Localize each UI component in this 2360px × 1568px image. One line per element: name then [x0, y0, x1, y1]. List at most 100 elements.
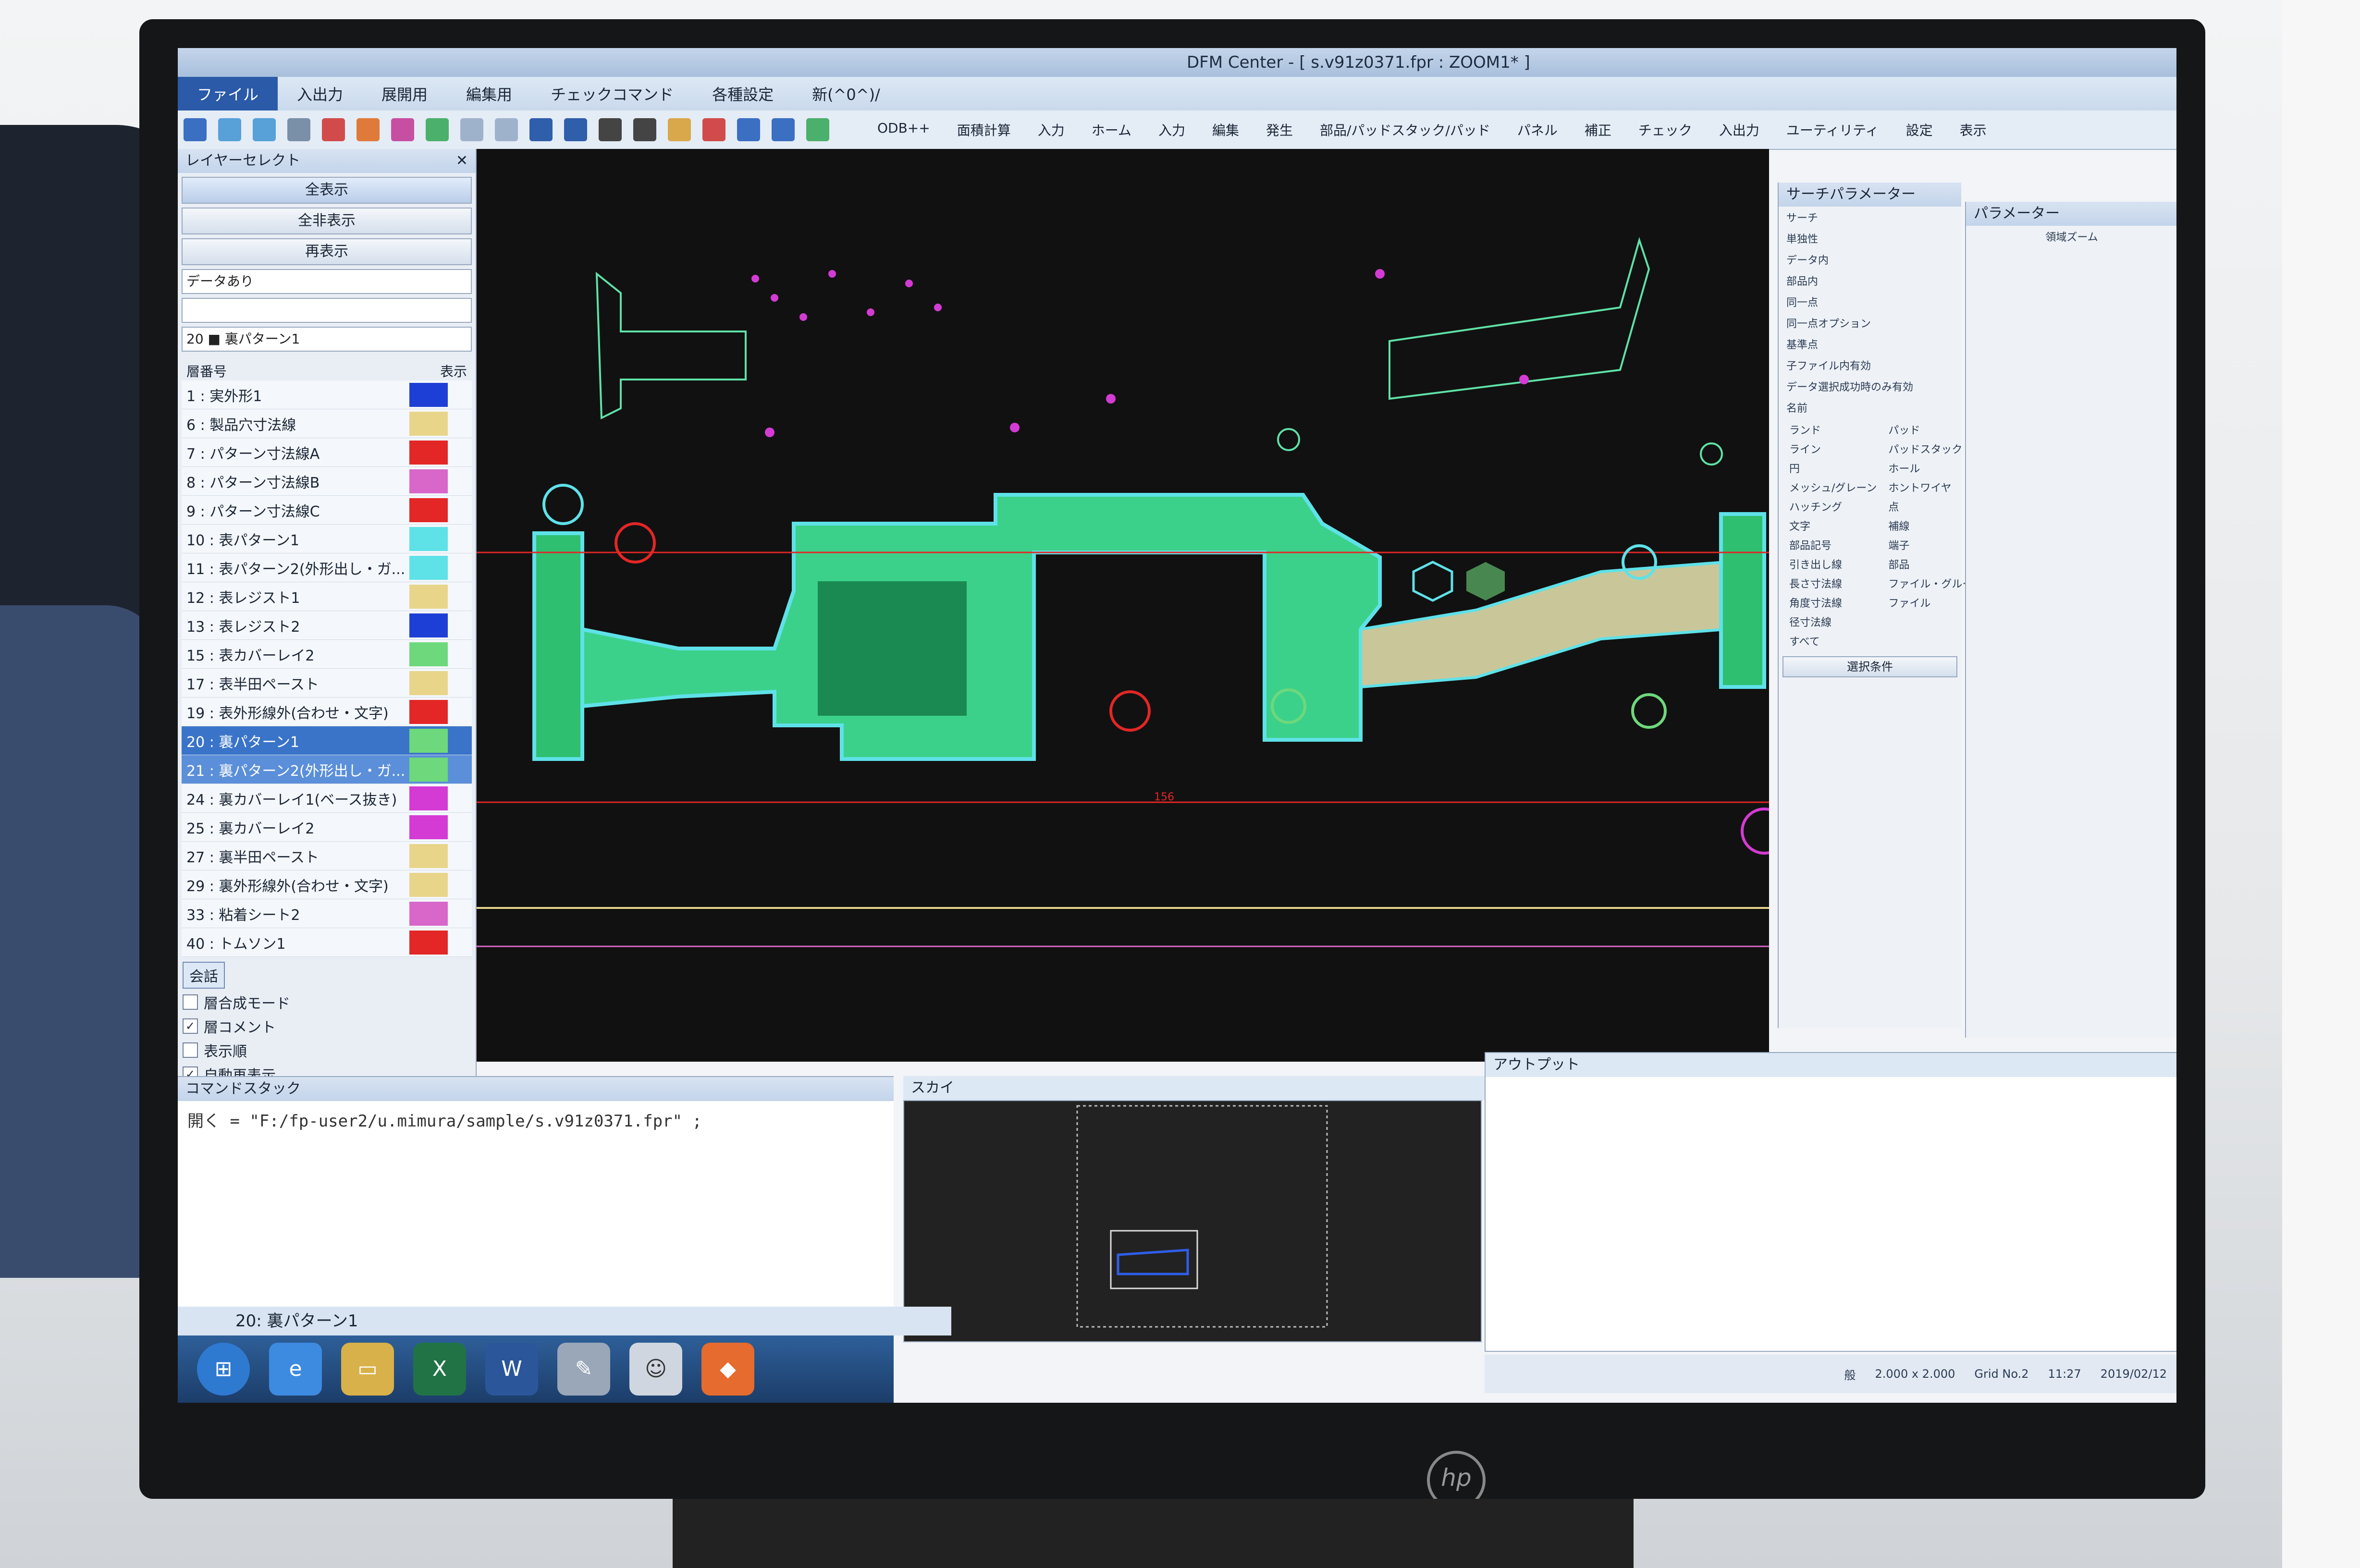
- empty-select[interactable]: [182, 298, 472, 323]
- hide-all-button[interactable]: 全非表示: [182, 208, 472, 234]
- select-condition-button[interactable]: 選択条件: [1782, 656, 1957, 677]
- search-option[interactable]: データ内: [1779, 249, 1961, 270]
- layer-color-swatch[interactable]: [409, 815, 448, 839]
- word-icon[interactable]: W: [485, 1343, 538, 1396]
- ribbon-tab[interactable]: 部品/パッドスタック/パッド: [1306, 120, 1504, 139]
- layer-row[interactable]: 29 : 裏外形線外(合わせ・文字): [182, 870, 472, 899]
- search-option[interactable]: 部品内: [1779, 270, 1961, 291]
- layer-color-swatch[interactable]: [409, 498, 448, 522]
- menu-item[interactable]: 編集用: [447, 83, 531, 105]
- search-option[interactable]: データ選択成功時のみ有効: [1779, 376, 1961, 397]
- grid-name[interactable]: Grid No.2: [1965, 1367, 2038, 1381]
- ime-indicator[interactable]: 般: [1835, 1366, 1866, 1383]
- layer-row[interactable]: 40 : トムソン1: [182, 928, 472, 957]
- layer-color-swatch[interactable]: [409, 613, 448, 637]
- ribbon-tab[interactable]: 入力: [1145, 120, 1199, 139]
- select-icon[interactable]: [529, 118, 553, 141]
- search-option[interactable]: 基準点: [1779, 333, 1961, 355]
- name-checkbox[interactable]: 引き出し線: [1786, 554, 1880, 574]
- ribbon-tab[interactable]: チェック: [1625, 120, 1706, 139]
- folder-icon[interactable]: ▭: [341, 1343, 394, 1396]
- name-checkbox[interactable]: 部品記号: [1786, 535, 1880, 554]
- menu-item[interactable]: チェックコマンド: [531, 83, 693, 105]
- search-option[interactable]: 子ファイル内有効: [1779, 355, 1961, 376]
- checkbox-icon[interactable]: ✓: [183, 1018, 198, 1034]
- layer-color-swatch[interactable]: [409, 671, 448, 695]
- layer-row[interactable]: 11 : 表パターン2(外形出し・ガ...: [182, 553, 472, 582]
- save-icon[interactable]: [184, 118, 207, 141]
- ribbon-tab[interactable]: 補正: [1571, 120, 1625, 139]
- layer-row[interactable]: 25 : 裏カバーレイ2: [182, 813, 472, 842]
- option-checkbox[interactable]: ✓ 層コメント: [183, 1016, 471, 1037]
- measure-icon[interactable]: [737, 118, 760, 141]
- start-icon[interactable]: ⊞: [197, 1343, 250, 1396]
- ribbon-tab[interactable]: ODB++: [864, 120, 944, 139]
- layer-color-swatch[interactable]: [409, 382, 448, 407]
- paste-icon[interactable]: [391, 118, 414, 141]
- ribbon-tab[interactable]: ユーティリティ: [1773, 120, 1893, 139]
- layer-row[interactable]: 19 : 表外形線外(合わせ・文字): [182, 698, 472, 726]
- menu-item[interactable]: 展開用: [362, 83, 447, 105]
- drc-icon[interactable]: [772, 118, 795, 141]
- ribbon-tab[interactable]: 入力: [1024, 120, 1078, 139]
- option-checkbox[interactable]: 層合成モード: [183, 992, 471, 1013]
- layer-row[interactable]: 17 : 表半田ペースト: [182, 669, 472, 698]
- filter-select[interactable]: データあり: [182, 269, 472, 294]
- pcb-canvas[interactable]: 156: [477, 149, 1788, 1062]
- checkbox-icon[interactable]: [183, 1042, 198, 1058]
- ribbon-tab[interactable]: 入出力: [1706, 120, 1773, 139]
- name-checkbox[interactable]: 径寸法線: [1786, 612, 1880, 631]
- name-checkbox[interactable]: ハッチング: [1786, 497, 1880, 516]
- layer-color-swatch[interactable]: [409, 555, 448, 580]
- layer-color-swatch[interactable]: [409, 786, 448, 810]
- name-checkbox[interactable]: 長さ寸法線: [1786, 574, 1880, 593]
- layer-color-swatch[interactable]: [409, 930, 448, 955]
- layer-row[interactable]: 8 : パターン寸法線B: [182, 467, 472, 496]
- ribbon-tab[interactable]: 面積計算: [944, 120, 1024, 139]
- layer-color-swatch[interactable]: [409, 440, 448, 465]
- menu-item[interactable]: 新(^0^)/: [793, 83, 899, 105]
- layer-row[interactable]: 7 : パターン寸法線A: [182, 438, 472, 467]
- highlight-icon[interactable]: [806, 118, 829, 141]
- layer-color-swatch[interactable]: [409, 728, 448, 753]
- zoom-out-icon[interactable]: [253, 118, 276, 141]
- name-checkbox[interactable]: ライン: [1786, 439, 1880, 458]
- zoom-in-icon[interactable]: [218, 118, 241, 141]
- print-icon[interactable]: [287, 118, 310, 141]
- layer-row[interactable]: 1 : 実外形1: [182, 380, 472, 409]
- grid-icon[interactable]: [633, 118, 656, 141]
- layer-row[interactable]: 21 : 裏パターン2(外形出し・ガ...: [182, 755, 472, 784]
- layer-row[interactable]: 15 : 表カバーレイ2: [182, 640, 472, 669]
- layer-icon[interactable]: [322, 118, 345, 141]
- undo-icon[interactable]: [460, 118, 483, 141]
- sheep-icon[interactable]: ☺: [629, 1343, 682, 1396]
- layer-color-swatch[interactable]: [409, 699, 448, 724]
- ribbon-tab[interactable]: 設定: [1893, 120, 1946, 139]
- ribbon-tab[interactable]: 表示: [1946, 120, 2000, 139]
- name-checkbox[interactable]: ランド: [1786, 420, 1880, 439]
- target-icon[interactable]: [702, 118, 725, 141]
- redo-icon[interactable]: [495, 118, 518, 141]
- layer-color-swatch[interactable]: [409, 901, 448, 926]
- layer-color-swatch[interactable]: [409, 757, 448, 782]
- frame-icon[interactable]: [599, 118, 622, 141]
- layer-row[interactable]: 6 : 製品穴寸法線: [182, 409, 472, 438]
- conversation-tab[interactable]: 会話: [183, 962, 225, 989]
- sky-view[interactable]: [903, 1100, 1482, 1342]
- layer-row[interactable]: 27 : 裏半田ペースト: [182, 842, 472, 870]
- layer-color-swatch[interactable]: [409, 527, 448, 551]
- name-checkbox[interactable]: メッシュ/グレーン: [1786, 478, 1880, 497]
- layer-row[interactable]: 33 : 粘着シート2: [182, 899, 472, 928]
- current-layer-select[interactable]: 20 ■ 裏パターン1: [182, 327, 472, 352]
- layer-row[interactable]: 24 : 裏カバーレイ1(ベース抜き): [182, 784, 472, 813]
- layer-row[interactable]: 20 : 裏パターン1: [182, 726, 472, 755]
- sky-minimap[interactable]: [904, 1101, 1481, 1341]
- checkbox-icon[interactable]: [183, 994, 198, 1010]
- search-option[interactable]: 同一点オプション: [1779, 312, 1961, 333]
- paint-icon[interactable]: ✎: [557, 1343, 610, 1396]
- window-icon[interactable]: [564, 118, 587, 141]
- layer-color-swatch[interactable]: [409, 844, 448, 868]
- name-checkbox[interactable]: 文字: [1786, 516, 1880, 535]
- ie-icon[interactable]: e: [269, 1343, 322, 1396]
- check-icon[interactable]: [426, 118, 449, 141]
